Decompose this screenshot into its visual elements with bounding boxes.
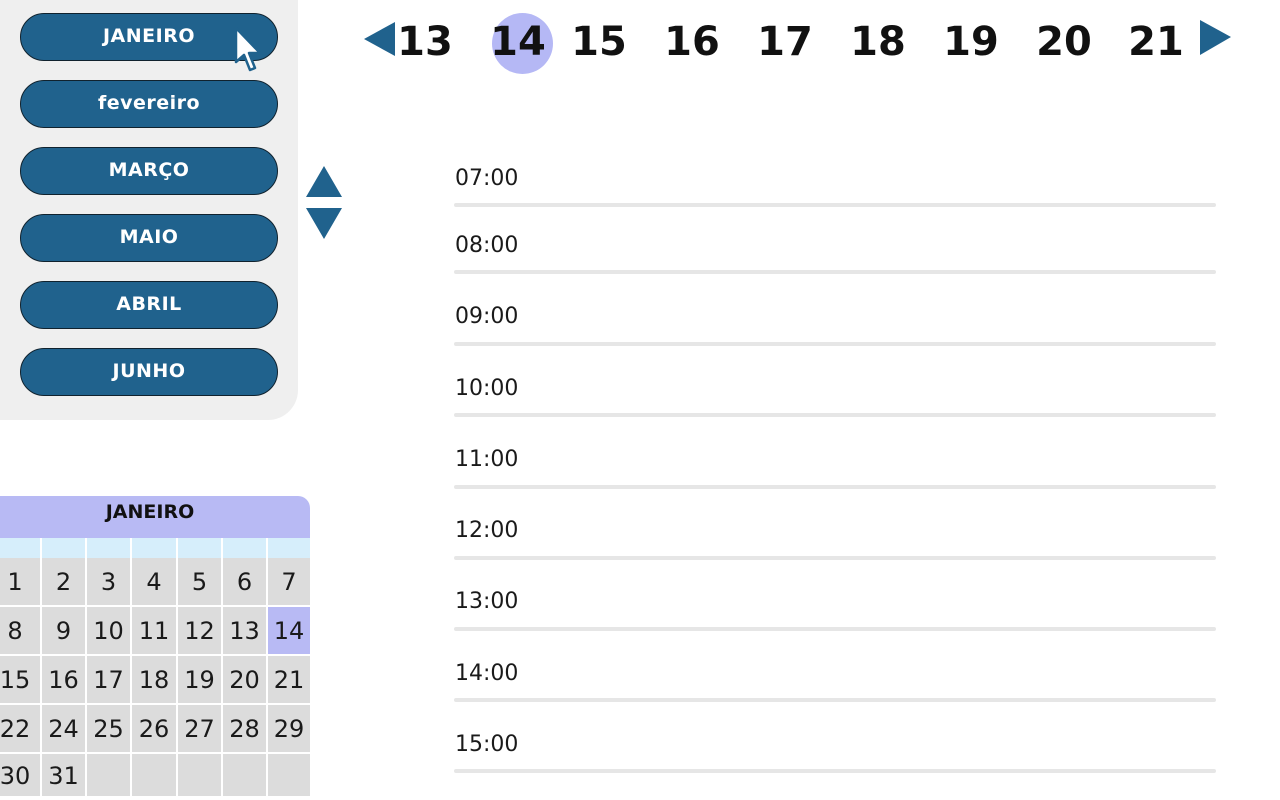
day-21[interactable]: 21 (1124, 12, 1188, 72)
calendar-day-cell[interactable]: 13 (223, 607, 268, 656)
calendar-day-cell[interactable]: 25 (87, 705, 132, 754)
calendar-empty-cell (268, 754, 312, 798)
calendar-day-cell[interactable]: 6 (223, 558, 268, 607)
time-label: 14:00 (455, 661, 519, 686)
day-18[interactable]: 18 (846, 12, 910, 72)
calendar-day-cell[interactable]: 27 (178, 705, 223, 754)
calendar-day-cell[interactable]: 4 (132, 558, 178, 607)
time-slot-line[interactable] (454, 203, 1216, 207)
day-17[interactable]: 17 (753, 12, 817, 72)
time-slot-line[interactable] (454, 698, 1216, 702)
calendar-day-cell[interactable]: 22 (0, 705, 42, 754)
calendar-day-cell[interactable]: 18 (132, 656, 178, 705)
calendar-day-cell[interactable]: 17 (87, 656, 132, 705)
time-label: 11:00 (455, 447, 519, 472)
calendar-weekday-cell (0, 538, 42, 558)
calendar-weekday-cell (132, 538, 178, 558)
calendar-day-cell[interactable]: 24 (42, 705, 87, 754)
calendar-day-cell[interactable]: 8 (0, 607, 42, 656)
time-label: 10:00 (455, 376, 519, 401)
calendar-weekday-cell (42, 538, 87, 558)
calendar-empty-cell (223, 754, 268, 798)
day-20[interactable]: 20 (1032, 12, 1096, 72)
calendar-day-cell[interactable]: 7 (268, 558, 312, 607)
calendar-weekday-cell (87, 538, 132, 558)
time-label: 15:00 (455, 732, 519, 757)
time-label: 13:00 (455, 589, 519, 614)
day-13[interactable]: 13 (393, 12, 457, 72)
time-label: 07:00 (455, 166, 519, 191)
calendar-day-cell[interactable]: 12 (178, 607, 223, 656)
calendar-day-cell[interactable]: 30 (0, 754, 42, 798)
scroll-up-icon[interactable] (306, 166, 342, 198)
time-slot-line[interactable] (454, 413, 1216, 417)
calendar-day-cell[interactable]: 2 (42, 558, 87, 607)
calendar-day-cell[interactable]: 31 (42, 754, 87, 798)
mouse-pointer-icon (234, 26, 262, 72)
time-label: 08:00 (455, 233, 519, 258)
month-button-abril[interactable]: ABRIL (20, 281, 278, 329)
calendar-day-cell[interactable]: 11 (132, 607, 178, 656)
month-button-junho[interactable]: JUNHO (20, 348, 278, 396)
calendar-empty-cell (87, 754, 132, 798)
day-14-selected[interactable]: 14 (486, 12, 550, 72)
calendar-empty-cell (178, 754, 223, 798)
calendar-day-cell[interactable]: 1 (0, 558, 42, 607)
calendar-day-cell[interactable]: 20 (223, 656, 268, 705)
month-button-maio[interactable]: MAIO (20, 214, 278, 262)
time-slot-line[interactable] (454, 342, 1216, 346)
prev-day-icon[interactable] (364, 22, 396, 58)
time-slot-line[interactable] (454, 270, 1216, 274)
next-day-icon[interactable] (1200, 20, 1232, 56)
calendar-day-cell[interactable]: 10 (87, 607, 132, 656)
time-slot-line[interactable] (454, 556, 1216, 560)
calendar-day-cell[interactable]: 9 (42, 607, 87, 656)
calendar-weekday-cell (223, 538, 268, 558)
calendar-day-cell[interactable]: 26 (132, 705, 178, 754)
time-label: 09:00 (455, 304, 519, 329)
time-slot-line[interactable] (454, 627, 1216, 631)
calendar-day-cell[interactable]: 28 (223, 705, 268, 754)
day-15[interactable]: 15 (567, 12, 631, 72)
day-19[interactable]: 19 (939, 12, 1003, 72)
calendar-weekday-cell (268, 538, 312, 558)
calendar-day-cell[interactable]: 29 (268, 705, 312, 754)
calendar-day-cell[interactable]: 5 (178, 558, 223, 607)
calendar-day-cell[interactable]: 3 (87, 558, 132, 607)
time-slot-line[interactable] (454, 769, 1216, 773)
calendar-month-title: JANEIRO (0, 496, 310, 538)
calendar-day-cell-selected[interactable]: 14 (268, 607, 312, 656)
calendar-day-cell[interactable]: 16 (42, 656, 87, 705)
calendar-day-cell[interactable]: 19 (178, 656, 223, 705)
day-16[interactable]: 16 (660, 12, 724, 72)
scroll-down-icon[interactable] (306, 208, 342, 240)
time-label: 12:00 (455, 518, 519, 543)
calendar-day-cell[interactable]: 21 (268, 656, 312, 705)
month-button-marco[interactable]: MARÇO (20, 147, 278, 195)
month-button-fevereiro[interactable]: fevereiro (20, 80, 278, 128)
calendar-day-cell[interactable]: 15 (0, 656, 42, 705)
calendar-empty-cell (132, 754, 178, 798)
time-slot-line[interactable] (454, 485, 1216, 489)
calendar-weekday-cell (178, 538, 223, 558)
agenda-screen: JANEIRO fevereiro MARÇO MAIO ABRIL JUNHO… (0, 0, 1280, 800)
